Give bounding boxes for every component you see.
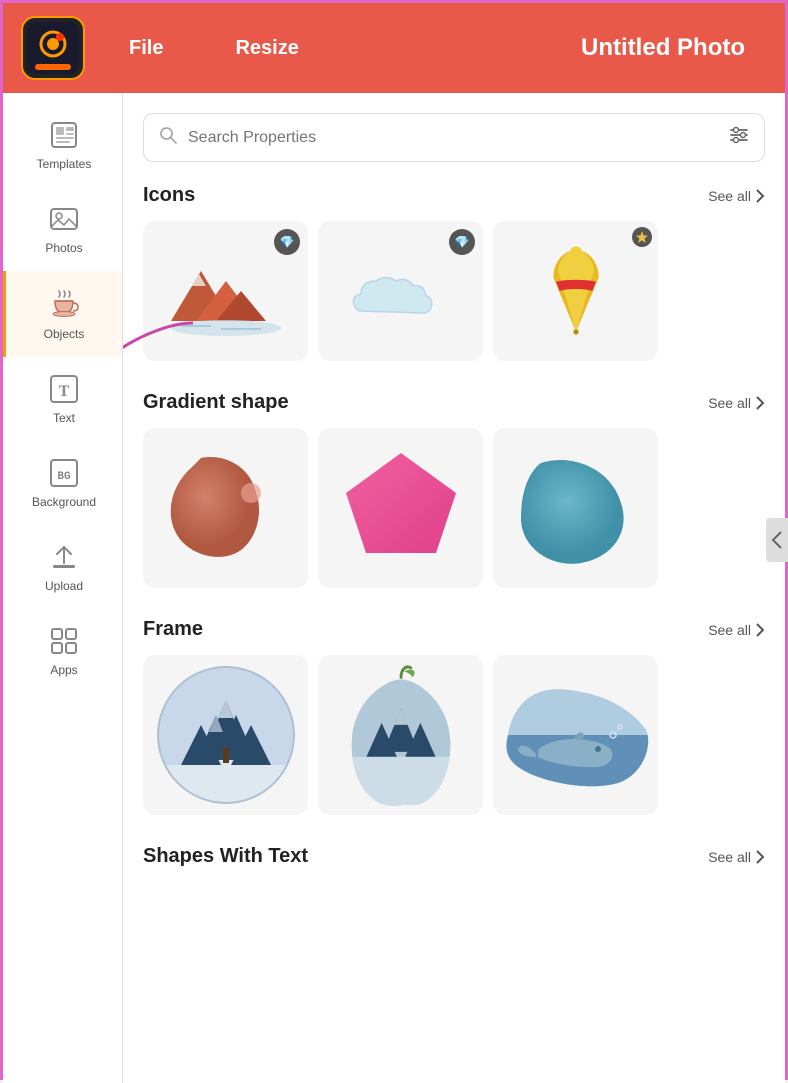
icon-card-spinning-top[interactable] <box>493 221 658 361</box>
sidebar-item-upload[interactable]: Upload <box>3 525 122 609</box>
icons-section: Icons See all 💎 <box>143 184 765 361</box>
objects-label: Objects <box>44 327 85 341</box>
resize-menu[interactable]: Resize <box>199 3 334 93</box>
premium-badge-1: 💎 <box>274 229 300 255</box>
icons-see-all[interactable]: See all <box>708 188 765 204</box>
search-bar <box>143 113 765 162</box>
apps-icon <box>48 625 80 657</box>
sidebar-item-templates[interactable]: Templates <box>3 103 122 187</box>
shape-card-pentagon-pink[interactable] <box>318 428 483 588</box>
file-menu[interactable]: File <box>93 3 199 93</box>
svg-text:BG: BG <box>57 471 71 483</box>
templates-icon <box>48 119 80 151</box>
shapes-with-text-section: Shapes With Text See all <box>143 845 765 868</box>
background-icon: BG <box>48 457 80 489</box>
shapes-with-text-header: Shapes With Text See all <box>143 845 765 868</box>
svg-text:T: T <box>59 383 70 400</box>
filter-icon[interactable] <box>728 124 750 151</box>
shape-card-blob-brown[interactable] <box>143 428 308 588</box>
icons-section-header: Icons See all <box>143 184 765 207</box>
frame-card-whale[interactable] <box>493 655 658 815</box>
gradient-shape-section-header: Gradient shape See all <box>143 391 765 414</box>
frame-grid <box>143 655 765 815</box>
topbar: File Resize Untitled Photo <box>3 3 785 93</box>
icon-card-mountain[interactable]: 💎 <box>143 221 308 361</box>
gradient-shape-section: Gradient shape See all <box>143 391 765 588</box>
icons-grid: 💎 <box>143 221 765 361</box>
gradient-shape-title: Gradient shape <box>143 391 289 414</box>
sidebar-item-apps[interactable]: Apps <box>3 609 122 693</box>
frame-see-all[interactable]: See all <box>708 622 765 638</box>
premium-badge-2: 💎 <box>449 229 475 255</box>
sidebar-item-photos[interactable]: Photos <box>3 187 122 271</box>
objects-icon <box>47 287 81 321</box>
upload-icon <box>48 541 80 573</box>
collapse-sidebar-button[interactable] <box>766 518 785 562</box>
search-input[interactable] <box>188 129 718 147</box>
photos-label: Photos <box>45 241 82 255</box>
sidebar: Templates Photos <box>3 93 123 1083</box>
topbar-nav: File Resize <box>93 3 581 93</box>
photos-icon <box>48 203 80 235</box>
apps-label: Apps <box>50 663 77 677</box>
frame-section: Frame See all <box>143 618 765 815</box>
sidebar-item-objects[interactable]: Objects <box>3 271 122 357</box>
logo-image <box>21 16 85 80</box>
shape-card-blob-teal[interactable] <box>493 428 658 588</box>
logo[interactable] <box>13 8 93 88</box>
shapes-with-text-title: Shapes With Text <box>143 845 308 868</box>
templates-label: Templates <box>37 157 92 171</box>
icon-card-cloud[interactable]: 💎 <box>318 221 483 361</box>
search-icon <box>158 125 178 150</box>
frame-section-header: Frame See all <box>143 618 765 641</box>
sidebar-item-text[interactable]: T Text <box>3 357 122 441</box>
text-icon: T <box>48 373 80 405</box>
frame-section-title: Frame <box>143 618 203 641</box>
premium-badge-3 <box>632 227 652 247</box>
main-area: Templates Photos <box>3 93 785 1083</box>
document-title: Untitled Photo <box>581 34 775 62</box>
icons-section-title: Icons <box>143 184 195 207</box>
content-area: Icons See all 💎 <box>123 93 785 1083</box>
frame-card-apple[interactable] <box>318 655 483 815</box>
gradient-shapes-grid <box>143 428 765 588</box>
text-label: Text <box>53 411 75 425</box>
sidebar-item-background[interactable]: BG Background <box>3 441 122 525</box>
upload-label: Upload <box>45 579 83 593</box>
frame-card-winter-forest[interactable] <box>143 655 308 815</box>
gradient-shape-see-all[interactable]: See all <box>708 395 765 411</box>
background-label: Background <box>32 495 96 509</box>
shapes-with-text-see-all[interactable]: See all <box>708 849 765 865</box>
